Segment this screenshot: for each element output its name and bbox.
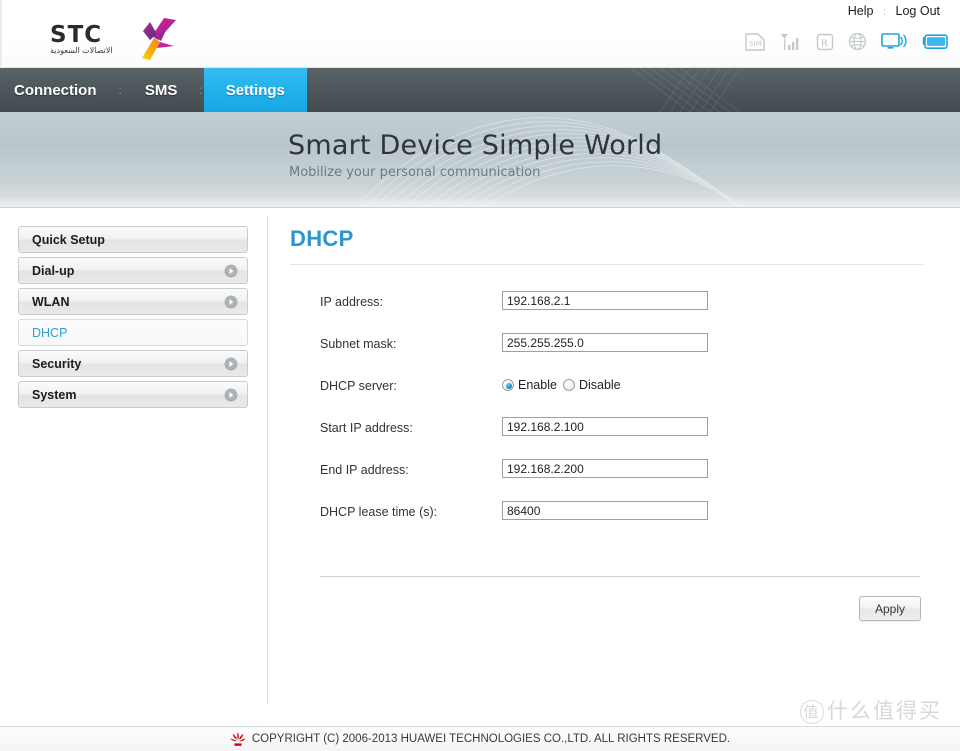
dhcp-settings-panel: DHCP IP address: Subnet mask: DHCP se <box>288 226 940 621</box>
sidebar-item-dhcp-label: DHCP <box>32 325 68 340</box>
form-actions: Apply <box>288 596 921 621</box>
dhcp-server-enable-option[interactable]: Enable <box>502 378 557 392</box>
footer-copyright: COPYRIGHT (C) 2006-2013 HUAWEI TECHNOLOG… <box>251 733 731 745</box>
stc-logo-mark-icon <box>142 18 176 60</box>
sidebar-item-quick-setup[interactable]: Quick Setup <box>18 226 248 253</box>
dhcp-lease-time-label: DHCP lease time (s): <box>320 505 438 519</box>
battery-icon <box>922 33 948 49</box>
sidebar-item-system[interactable]: System <box>18 381 248 408</box>
ip-address-label: IP address: <box>320 295 384 309</box>
content-area: Quick Setup Dial-up WLAN DHCP Security S… <box>0 208 960 726</box>
sidebar-menu: Quick Setup Dial-up WLAN DHCP Security S… <box>18 226 248 412</box>
chevron-right-icon <box>224 388 238 402</box>
sidebar-item-wlan-label: WLAN <box>32 294 70 309</box>
dhcp-lease-time-input[interactable] <box>502 501 708 520</box>
nav-tab-sms[interactable]: SMS <box>123 68 200 112</box>
subnet-mask-input[interactable] <box>502 333 708 352</box>
status-icon-bar: SIM R <box>744 32 948 51</box>
form-row-dhcp-server: DHCP server: Enable Disable <box>288 375 940 417</box>
sidebar-item-dial-up-label: Dial-up <box>32 263 75 278</box>
form-row-start-ip-address: Start IP address: <box>288 417 940 459</box>
router-admin-page: STC الاتصالات السعودية Help: Log Out SI… <box>0 0 960 751</box>
dhcp-server-radio-group: Enable Disable <box>502 375 621 392</box>
radio-disable-label: Disable <box>578 378 621 392</box>
radio-enable-label: Enable <box>518 378 557 392</box>
dhcp-form: IP address: Subnet mask: DHCP server: <box>288 291 940 621</box>
roaming-icon: R <box>816 33 834 50</box>
stc-logo-text: STC <box>50 22 103 48</box>
stc-logo-arabic-text: الاتصالات السعودية <box>50 46 113 55</box>
globe-icon <box>848 32 867 51</box>
radio-enable-icon[interactable] <box>502 379 514 391</box>
end-ip-address-input[interactable] <box>502 459 708 478</box>
form-row-ip-address: IP address: <box>288 291 940 333</box>
banner-subtitle: Mobilize your personal communication <box>289 165 541 180</box>
sidebar-item-security[interactable]: Security <box>18 350 248 377</box>
help-link[interactable]: Help <box>842 4 880 18</box>
dhcp-server-label: DHCP server: <box>320 379 397 393</box>
wifi-monitor-icon <box>881 33 907 49</box>
end-ip-address-label: End IP address: <box>320 463 409 477</box>
nav-tab-connection-label: Connection <box>14 81 97 99</box>
dhcp-server-disable-option[interactable]: Disable <box>562 378 621 392</box>
form-bottom-divider <box>320 576 920 577</box>
title-divider <box>290 264 923 265</box>
page-footer: COPYRIGHT (C) 2006-2013 HUAWEI TECHNOLOG… <box>0 726 960 751</box>
sidebar-item-security-label: Security <box>32 356 82 371</box>
start-ip-address-input[interactable] <box>502 417 708 436</box>
chevron-right-icon <box>224 357 238 371</box>
subnet-mask-label: Subnet mask: <box>320 337 397 351</box>
huawei-flower-logo <box>230 731 246 746</box>
nav-tab-sms-label: SMS <box>144 81 178 99</box>
header-links: Help : Log Out <box>842 4 946 18</box>
header-left-edge <box>0 0 3 68</box>
page-title: DHCP <box>290 226 354 251</box>
header-link-separator: : <box>882 6 887 18</box>
signal-icon <box>781 33 799 50</box>
stc-logo: STC الاتصالات السعودية <box>46 16 176 62</box>
form-row-end-ip-address: End IP address: <box>288 459 940 501</box>
start-ip-address-label: Start IP address: <box>320 421 413 435</box>
nav-tab-settings-label: Settings <box>225 81 285 99</box>
svg-text:SIM: SIM <box>749 40 762 48</box>
banner-title: Smart Device Simple World <box>288 130 663 161</box>
form-row-subnet-mask: Subnet mask: <box>288 333 940 375</box>
banner-fade <box>0 197 960 207</box>
sidebar-divider <box>267 216 268 704</box>
chevron-right-icon <box>224 264 238 278</box>
nav-tab-connection[interactable]: Connection <box>0 68 119 112</box>
nav-tab-settings[interactable]: Settings <box>203 68 307 112</box>
sidebar-item-quick-setup-label: Quick Setup <box>32 232 105 247</box>
svg-text:R: R <box>821 38 828 49</box>
sidebar-item-system-label: System <box>32 387 77 402</box>
form-row-dhcp-lease-time: DHCP lease time (s): <box>288 501 940 543</box>
logout-link[interactable]: Log Out <box>890 4 946 18</box>
page-header: STC الاتصالات السعودية Help: Log Out SI… <box>0 0 960 68</box>
main-navigation: Connection : SMS : Settings <box>0 68 960 112</box>
chevron-right-icon <box>224 295 238 309</box>
sidebar-item-wlan[interactable]: WLAN <box>18 288 248 315</box>
ip-address-input[interactable] <box>502 291 708 310</box>
hero-banner: Smart Device Simple World Mobilize your … <box>0 112 960 208</box>
radio-disable-icon[interactable] <box>562 379 575 391</box>
sidebar-item-dial-up[interactable]: Dial-up <box>18 257 248 284</box>
sidebar-item-dhcp[interactable]: DHCP <box>18 319 248 346</box>
apply-button[interactable]: Apply <box>859 596 921 621</box>
sim-icon: SIM <box>745 32 765 51</box>
